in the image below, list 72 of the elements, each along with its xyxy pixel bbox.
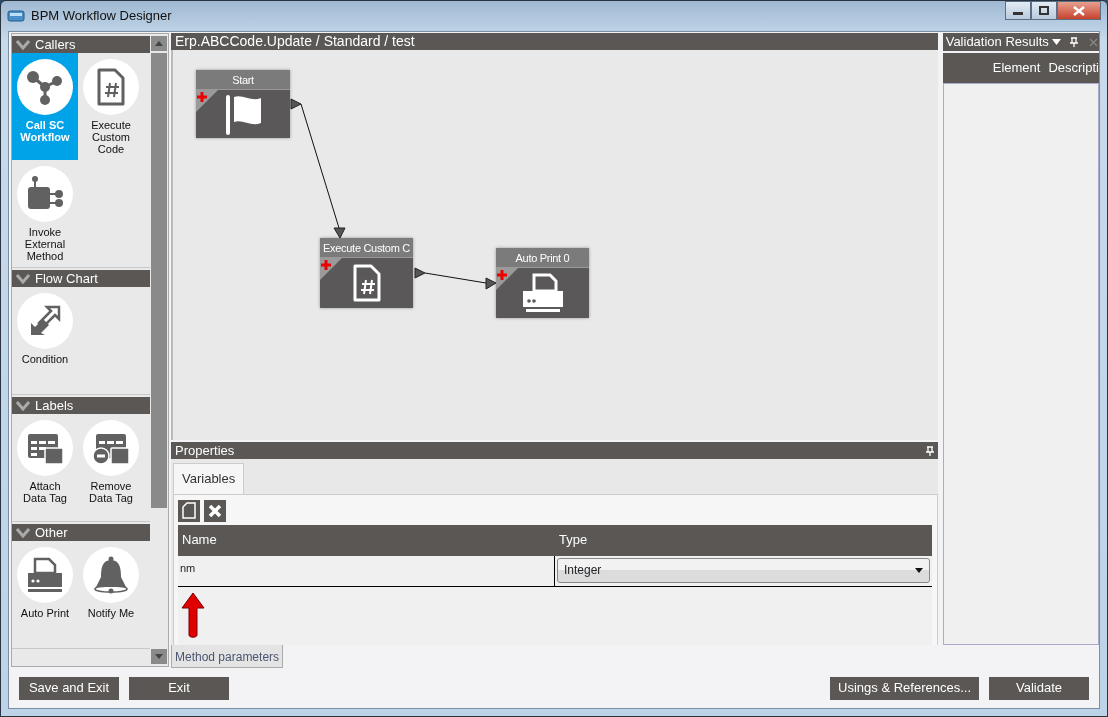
pin-icon bbox=[925, 445, 934, 456]
port-icon[interactable] bbox=[290, 98, 302, 110]
scroll-up-button[interactable] bbox=[151, 36, 168, 51]
printer-icon bbox=[25, 555, 65, 595]
toolbox-item[interactable]: Attach Data Tag bbox=[12, 414, 78, 521]
up-arrow-icon bbox=[155, 41, 164, 46]
designer-header: Erp.ABCCode.Update / Standard / test bbox=[171, 33, 938, 50]
section-title: Other bbox=[35, 523, 68, 542]
type-dropdown[interactable]: Integer bbox=[557, 557, 930, 583]
delete-icon bbox=[208, 503, 222, 518]
new-button[interactable] bbox=[178, 499, 200, 522]
chevron-icon bbox=[16, 39, 30, 50]
window-title: BPM Workflow Designer bbox=[31, 7, 172, 26]
code-file-icon bbox=[351, 263, 382, 303]
section-header[interactable]: Labels bbox=[12, 397, 151, 414]
toolbox-item[interactable]: Invoke External Method bbox=[12, 160, 78, 267]
close-icon bbox=[1088, 37, 1098, 47]
workflow-node[interactable]: Auto Print 0 bbox=[496, 248, 589, 318]
workflow-node[interactable]: Execute Custom C bbox=[320, 238, 413, 308]
toolbox-item[interactable]: Auto Print bbox=[12, 541, 78, 648]
panel-title: Validation Results bbox=[945, 33, 1049, 52]
column-header[interactable]: Type bbox=[555, 528, 932, 552]
action-button[interactable]: Usings & References... bbox=[830, 676, 979, 700]
toolbox-item[interactable]: Execute Custom Code bbox=[78, 53, 144, 160]
column-header[interactable]: Descripti bbox=[1048, 58, 1099, 78]
action-button[interactable]: Exit bbox=[129, 676, 229, 700]
column-header[interactable]: Element bbox=[992, 58, 1041, 78]
column-header[interactable]: Name bbox=[178, 530, 555, 550]
node-title: Auto Print 0 bbox=[496, 248, 589, 268]
maximize-icon bbox=[1039, 6, 1049, 15]
code-file-icon bbox=[96, 67, 126, 107]
flag-icon bbox=[223, 93, 263, 135]
close-icon bbox=[1073, 5, 1085, 16]
section-header[interactable]: Flow Chart bbox=[12, 270, 151, 287]
section-title: Flow Chart bbox=[35, 269, 98, 288]
table-cell: nm bbox=[178, 555, 555, 586]
section-title: Labels bbox=[35, 396, 74, 415]
toolbox-item[interactable]: Remove Data Tag bbox=[78, 414, 144, 521]
delete-button[interactable] bbox=[204, 499, 226, 522]
section-title: Callers bbox=[35, 35, 76, 54]
section-header[interactable]: Other bbox=[12, 524, 151, 541]
dropdown-arrow-icon bbox=[1051, 39, 1061, 45]
minimize-button[interactable] bbox=[1005, 1, 1031, 20]
panel-title: Properties bbox=[175, 441, 235, 460]
chevron-icon bbox=[16, 273, 30, 284]
add-icon bbox=[320, 258, 342, 280]
bell-icon bbox=[91, 555, 131, 595]
maximize-button[interactable] bbox=[1031, 1, 1057, 20]
scroll-down-button[interactable] bbox=[151, 649, 168, 664]
tab[interactable]: Method parameters bbox=[171, 645, 284, 668]
tab[interactable]: Variables bbox=[173, 463, 245, 494]
new-document-icon bbox=[182, 502, 196, 519]
action-button[interactable]: Save and Exit bbox=[19, 676, 119, 700]
down-arrow-icon bbox=[155, 654, 164, 659]
chevron-icon bbox=[16, 527, 30, 538]
annotation-arrow bbox=[180, 590, 206, 641]
pin-icon bbox=[1069, 37, 1078, 47]
chevron-icon bbox=[16, 400, 30, 411]
node-title: Start bbox=[196, 70, 290, 90]
port-icon[interactable] bbox=[414, 267, 426, 279]
dropdown-arrow-icon bbox=[914, 567, 923, 573]
action-button[interactable]: Validate bbox=[989, 676, 1089, 700]
scrollbar-thumb[interactable] bbox=[151, 53, 168, 508]
workflow-node[interactable]: Start bbox=[196, 70, 290, 138]
node-title: Execute Custom C bbox=[320, 238, 413, 258]
add-icon bbox=[196, 90, 218, 112]
add-icon bbox=[496, 268, 518, 290]
app-icon bbox=[7, 10, 25, 22]
section-header[interactable]: Callers bbox=[12, 36, 151, 53]
close-button[interactable] bbox=[1057, 1, 1101, 20]
toolbox-item[interactable]: Condition bbox=[12, 287, 78, 394]
toolbox-item[interactable]: Notify Me bbox=[78, 541, 144, 648]
